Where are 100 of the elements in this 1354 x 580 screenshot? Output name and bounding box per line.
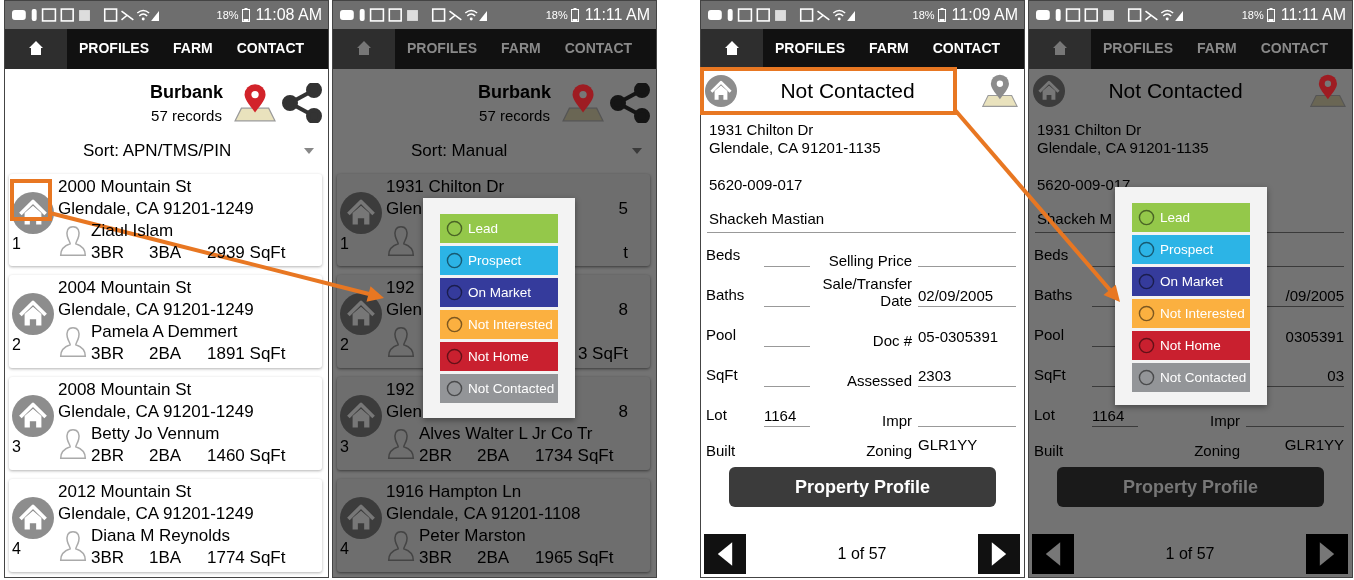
property-profile-button[interactable]: Property Profile — [1057, 467, 1324, 507]
nav-tab[interactable]: PROFILES — [1091, 29, 1185, 69]
house-icon — [12, 293, 54, 336]
record-number: 1 — [340, 233, 349, 254]
field-label: Baths — [1034, 286, 1073, 303]
nav-tab[interactable]: PROFILES — [67, 29, 161, 69]
status-option[interactable]: On Market — [1132, 267, 1250, 296]
parcel-number: 5620-009-017 — [708, 175, 804, 194]
nav-tab[interactable]: CONTACT — [224, 29, 317, 69]
record-card[interactable]: 3 2008 Mountain St Glendale, CA 91201-1249 Betty Jo Vennum 2BR 2BA 1460 SqFt — [9, 377, 322, 471]
property-stat: 3BR — [91, 343, 126, 366]
record-card[interactable]: 4 2012 Mountain St Glendale, CA 91201-1249 Diana M Reynolds 3BR 1BA 1774 SqFt — [9, 479, 322, 572]
person-icon — [386, 325, 416, 360]
city-line: 5 — [618, 197, 629, 220]
field-value: GLR1YY — [918, 436, 978, 453]
street-address: 1916 Hampton Ln — [386, 481, 522, 504]
parcel-number: 5620-009-017 — [1036, 175, 1132, 194]
city-line: Glen — [386, 197, 422, 220]
house-icon — [340, 395, 382, 438]
field-label: Pool — [706, 326, 737, 343]
share-icon[interactable] — [282, 82, 322, 123]
owner-field[interactable]: Shackeh Mastian — [707, 210, 1016, 233]
nav-tab[interactable]: FARM — [489, 29, 553, 69]
address-line: Glendale, CA 91201-1135 — [709, 139, 882, 157]
house-icon — [340, 497, 382, 540]
nav-tab[interactable]: FARM — [1185, 29, 1249, 69]
field-label: Lot — [706, 406, 727, 423]
status-option[interactable]: Not Contacted — [1132, 363, 1250, 392]
right-arrow-icon — [990, 541, 1008, 567]
sort-dropdown[interactable]: Sort: APN/TMS/PIN — [5, 132, 328, 170]
battery-percent: 18% — [545, 9, 568, 21]
nav-tab[interactable]: CONTACT — [1248, 29, 1341, 69]
property-stat: 1891 SqFt — [207, 343, 287, 366]
property-stat: 1965 SqFt — [535, 547, 615, 570]
record-number: 3 — [12, 437, 21, 458]
status-option[interactable]: Not Home — [440, 342, 558, 371]
house-icon — [1033, 75, 1065, 107]
radio-icon — [446, 380, 463, 397]
field-label: Beds — [1034, 246, 1069, 263]
sort-dropdown[interactable]: Sort: Manual — [333, 132, 656, 170]
record-card[interactable]: 4 1916 Hampton Ln Glendale, CA 91201-1108 Peter Marston 3BR 2BA 1965 SqFt — [337, 479, 650, 572]
radio-icon — [1138, 337, 1155, 354]
home-icon — [356, 40, 372, 56]
nav-tab[interactable]: PROFILES — [763, 29, 857, 69]
record-card[interactable]: 2 2004 Mountain St Glendale, CA 91201-1249 Pamela A Demmert 3BR 2BA 1891 SqFt — [9, 275, 322, 369]
status-option[interactable]: Not Contacted — [440, 374, 558, 403]
input-field[interactable]: 2303 — [918, 353, 1016, 387]
street-address: 192 — [386, 379, 415, 402]
battery-percent: 18% — [216, 9, 239, 21]
record-count: 57 records — [150, 105, 223, 126]
input-field[interactable]: 02/09/2005 — [918, 273, 1016, 307]
house-icon — [12, 497, 54, 540]
field-label: Built — [706, 442, 736, 459]
city-line: 8 — [618, 401, 629, 424]
city-line: Glendale, CA 91201-1249 — [58, 299, 254, 322]
property-stat: 2BA — [149, 343, 183, 366]
left-arrow-icon — [1044, 541, 1062, 567]
radio-icon — [446, 348, 463, 365]
field-label: Sale/Transfer Date — [821, 275, 912, 309]
previous-button[interactable] — [704, 534, 746, 574]
property-profile-button[interactable]: Property Profile — [729, 467, 996, 507]
nav-tab[interactable]: PROFILES — [395, 29, 489, 69]
battery-icon — [937, 8, 946, 22]
home-tab[interactable] — [701, 29, 763, 69]
field-label: SqFt — [706, 366, 738, 383]
caret-icon — [304, 148, 314, 155]
radio-icon — [1138, 305, 1155, 322]
radio-icon — [446, 284, 463, 301]
radio-icon — [1138, 369, 1155, 386]
field-label: Zoning — [1194, 442, 1240, 459]
record-number: 3 — [340, 437, 349, 458]
next-button[interactable] — [978, 534, 1020, 574]
map-pin-icon[interactable] — [232, 82, 276, 123]
map-pin-icon[interactable] — [980, 73, 1018, 109]
nav-tab[interactable]: CONTACT — [920, 29, 1013, 69]
city-line: Glen — [386, 299, 422, 322]
radio-icon — [1138, 273, 1155, 290]
field-label: Pool — [1034, 326, 1065, 343]
owner-name: Betty Jo Vennum — [91, 423, 220, 446]
city-line: Glendale, CA 91201-1108 — [386, 503, 581, 526]
status-option[interactable]: On Market — [440, 278, 558, 307]
record-count: 57 records — [478, 105, 551, 126]
field-label: Selling Price — [828, 252, 912, 269]
property-stat: t — [623, 241, 629, 264]
property-stat: 2939 SqFt — [207, 241, 287, 264]
owner-name: Pamela A Demmert — [91, 321, 238, 344]
status-title: Not Contacted — [1107, 79, 1244, 103]
record-number: 1 — [12, 233, 21, 254]
input-field[interactable]: 1164 — [764, 393, 810, 427]
owner-name: Diana M Reynolds — [91, 525, 230, 548]
clock-time: 11:09 AM — [951, 6, 1018, 24]
battery-icon — [1266, 8, 1275, 22]
nav-tab[interactable]: FARM — [161, 29, 225, 69]
radio-icon — [1138, 209, 1155, 226]
nav-tab[interactable]: CONTACT — [552, 29, 645, 69]
home-tab[interactable] — [5, 29, 67, 69]
home-icon — [1052, 40, 1068, 56]
status-option[interactable]: Not Home — [1132, 331, 1250, 360]
nav-tab[interactable]: FARM — [857, 29, 921, 69]
address-line: 1931 Chilton Dr — [1037, 121, 1143, 139]
